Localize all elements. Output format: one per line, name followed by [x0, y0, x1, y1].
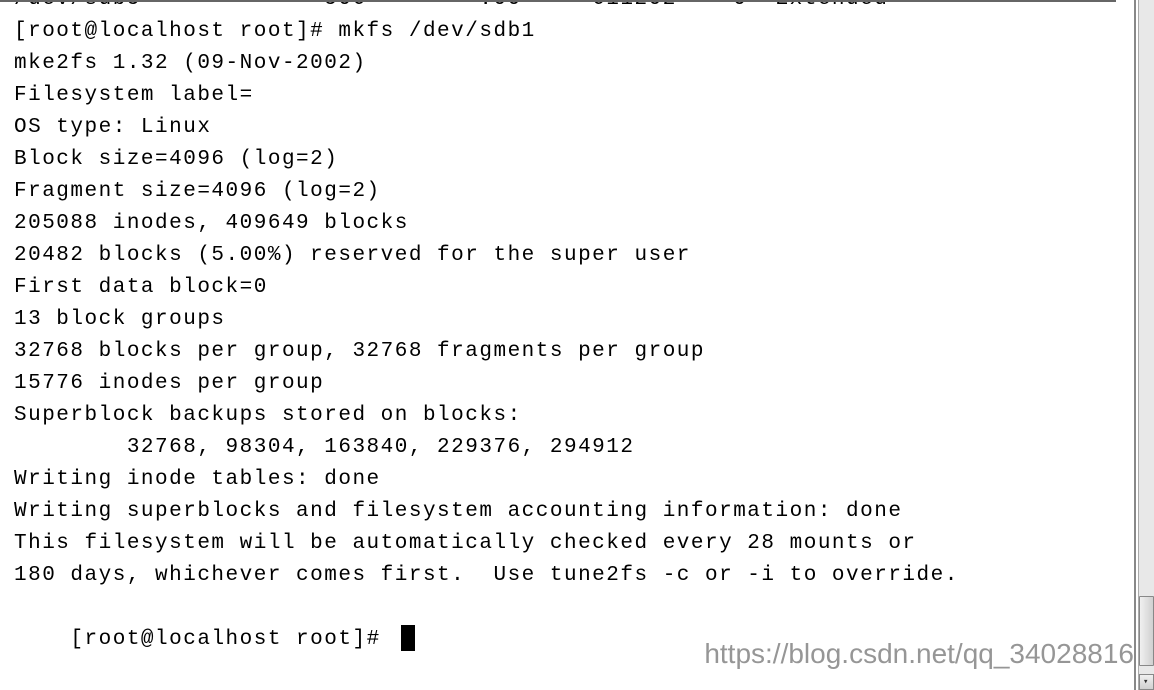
terminal-line: 20482 blocks (5.00%) reserved for the su… — [14, 240, 1134, 272]
terminal-line-partial: /dev/sdb5 506 .00 611202+ 0 Extended — [14, 0, 1134, 16]
terminal-window[interactable]: /dev/sdb5 506 .00 611202+ 0 Extended [ro… — [0, 0, 1136, 690]
terminal-line: Writing inode tables: done — [14, 464, 1134, 496]
terminal-line: This filesystem will be automatically ch… — [14, 528, 1134, 560]
terminal-line: Superblock backups stored on blocks: — [14, 400, 1134, 432]
terminal-line: mke2fs 1.32 (09-Nov-2002) — [14, 48, 1134, 80]
cursor-icon — [401, 625, 415, 651]
terminal-line: 205088 inodes, 409649 blocks — [14, 208, 1134, 240]
terminal-line: Block size=4096 (log=2) — [14, 144, 1134, 176]
watermark-text: https://blog.csdn.net/qq_34028816 — [704, 638, 1134, 670]
terminal-line: OS type: Linux — [14, 112, 1134, 144]
terminal-line: [root@localhost root]# mkfs /dev/sdb1 — [14, 16, 1134, 48]
terminal-prompt: [root@localhost root]# — [70, 628, 394, 651]
scrollbar-down-arrow-icon[interactable]: ▾ — [1139, 674, 1154, 690]
scrollbar-thumb[interactable] — [1139, 596, 1154, 666]
terminal-line: 15776 inodes per group — [14, 368, 1134, 400]
terminal-line: Writing superblocks and filesystem accou… — [14, 496, 1134, 528]
terminal-line: Filesystem label= — [14, 80, 1134, 112]
scrollbar-track[interactable]: ▾ — [1138, 0, 1154, 690]
terminal-line: 32768 blocks per group, 32768 fragments … — [14, 336, 1134, 368]
terminal-line: Fragment size=4096 (log=2) — [14, 176, 1134, 208]
terminal-line: 32768, 98304, 163840, 229376, 294912 — [14, 432, 1134, 464]
terminal-line: First data block=0 — [14, 272, 1134, 304]
terminal-line: 13 block groups — [14, 304, 1134, 336]
window-border — [0, 0, 1116, 2]
terminal-line: 180 days, whichever comes first. Use tun… — [14, 560, 1134, 592]
